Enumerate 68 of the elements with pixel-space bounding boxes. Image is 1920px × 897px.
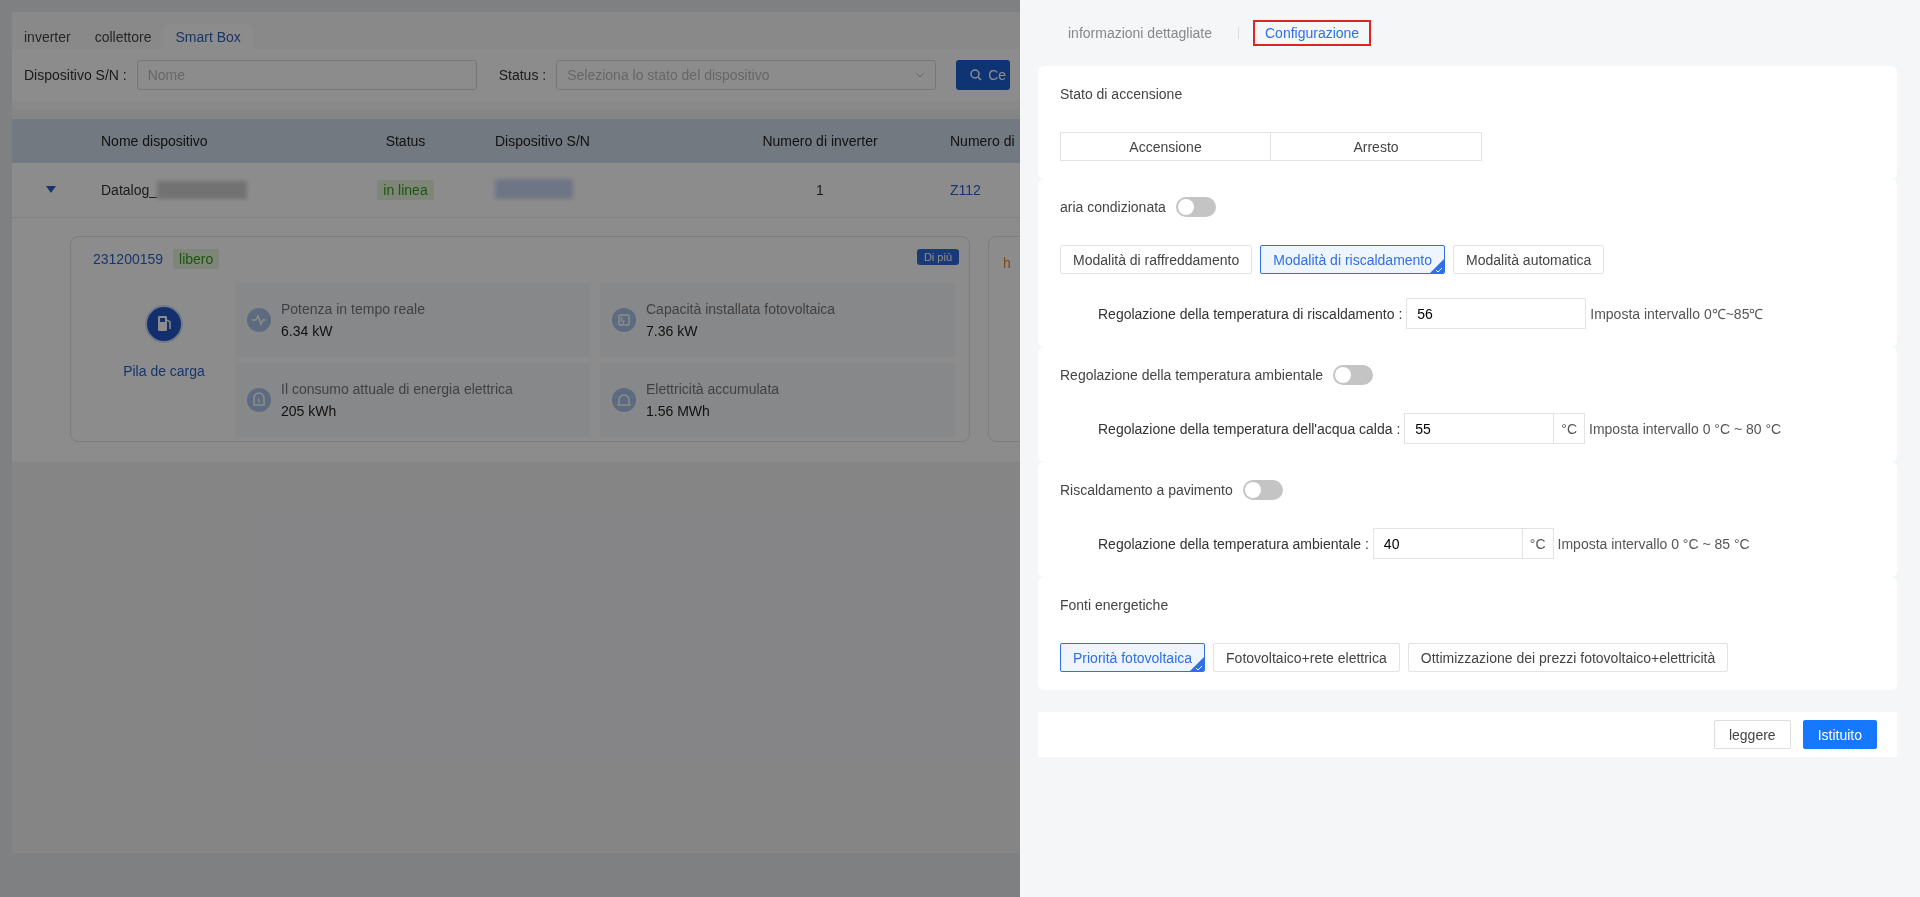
field-label: Regolazione della temperatura di riscaldamento :: [1098, 305, 1403, 322]
device-id[interactable]: 231200159: [93, 251, 164, 267]
fuel-pump-icon: [145, 305, 183, 343]
column-header: Numero di: [949, 133, 1015, 149]
metric-value: 205 kWh: [281, 403, 338, 419]
chevron-down-icon: [915, 72, 926, 78]
toggle-switch[interactable]: [1333, 365, 1374, 385]
section-title: Regolazione della temperatura ambientale: [1060, 367, 1324, 383]
field-label: Status :: [498, 67, 547, 83]
option-button[interactable]: Modalità di riscaldamento: [1260, 245, 1446, 274]
table-cell: 1: [816, 182, 824, 198]
status-badge: in linea: [377, 180, 434, 200]
meter-icon: [247, 388, 271, 412]
unit-label: °C: [1522, 528, 1554, 559]
metric-label: Il consumo attuale di energia elettrica: [281, 381, 513, 397]
range-hint: Imposta intervallo 0℃~85℃: [1590, 305, 1764, 323]
field-label: Dispositivo S/N :: [24, 67, 127, 83]
check-corner-icon: [1190, 657, 1205, 671]
more-button[interactable]: Di più: [916, 249, 959, 265]
submit-button[interactable]: Istituito: [1802, 720, 1877, 749]
tab[interactable]: Configurazione: [1253, 20, 1372, 46]
alarm-icon: [612, 388, 636, 412]
device-name: Datalog_: [101, 182, 158, 198]
metric-label: Elettricità accumulata: [646, 381, 780, 397]
metric-value: 6.34 kW: [281, 323, 334, 339]
caret-icon[interactable]: [46, 186, 56, 194]
card-text: h: [1003, 255, 1011, 271]
range-hint: Imposta intervallo 0 °C ~ 85 °C: [1557, 535, 1750, 552]
option-button[interactable]: Priorità fotovoltaica: [1060, 643, 1206, 672]
search-button[interactable]: Ce: [956, 60, 1011, 90]
toggle-switch[interactable]: [1175, 197, 1216, 217]
unit-label: °C: [1554, 413, 1586, 444]
input-field[interactable]: 40: [1372, 528, 1523, 559]
read-button[interactable]: leggere: [1713, 720, 1791, 749]
section-title: Riscaldamento a pavimento: [1060, 482, 1233, 498]
tab[interactable]: informazioni dettagliate: [1056, 20, 1224, 46]
metric-label: Potenza in tempo reale: [281, 301, 425, 317]
table-link[interactable]: Z112: [950, 182, 981, 198]
column-header: Dispositivo S/N: [494, 133, 591, 149]
input-field[interactable]: 56: [1406, 298, 1587, 329]
range-hint: Imposta intervallo 0 °C ~ 80 °C: [1589, 420, 1782, 437]
section-title: Stato di accensione: [1060, 86, 1183, 102]
input-field[interactable]: 55: [1404, 413, 1555, 444]
metric-value: 1.56 MWh: [646, 403, 711, 419]
column-header: Status: [384, 133, 427, 149]
section-title: Fonti energetiche: [1060, 597, 1169, 613]
field-label: Regolazione della temperatura ambientale :: [1098, 535, 1369, 552]
option-button[interactable]: Modalità automatica: [1453, 245, 1605, 274]
metric-value: 7.36 kW: [646, 323, 699, 339]
column-header: Nome dispositivo: [100, 133, 209, 149]
panel-icon: [612, 308, 636, 332]
device-type: Pila de carga: [123, 363, 205, 379]
segment-button[interactable]: Accensione: [1060, 132, 1271, 161]
toggle-switch[interactable]: [1242, 480, 1283, 500]
field-label: Regolazione della temperatura dell'acqua calda :: [1098, 420, 1401, 437]
metric-label: Capacità installata fotovoltaica: [646, 301, 836, 317]
section-title: aria condizionata: [1060, 199, 1166, 215]
pulse-icon: [247, 308, 271, 332]
tab[interactable]: collettore: [82, 24, 164, 49]
option-button[interactable]: Fotovoltaico+rete elettrica: [1213, 643, 1400, 672]
option-button[interactable]: Modalità di raffreddamento: [1060, 245, 1253, 274]
segment-button[interactable]: Arresto: [1271, 132, 1482, 161]
search-icon: [970, 69, 983, 81]
tab[interactable]: inverter: [12, 24, 83, 49]
option-button[interactable]: Ottimizzazione dei prezzi fotovoltaico+elettricità: [1407, 643, 1729, 672]
check-corner-icon: [1430, 259, 1445, 273]
column-header: Numero di inverter: [761, 133, 879, 149]
state-badge: libero: [173, 249, 220, 269]
